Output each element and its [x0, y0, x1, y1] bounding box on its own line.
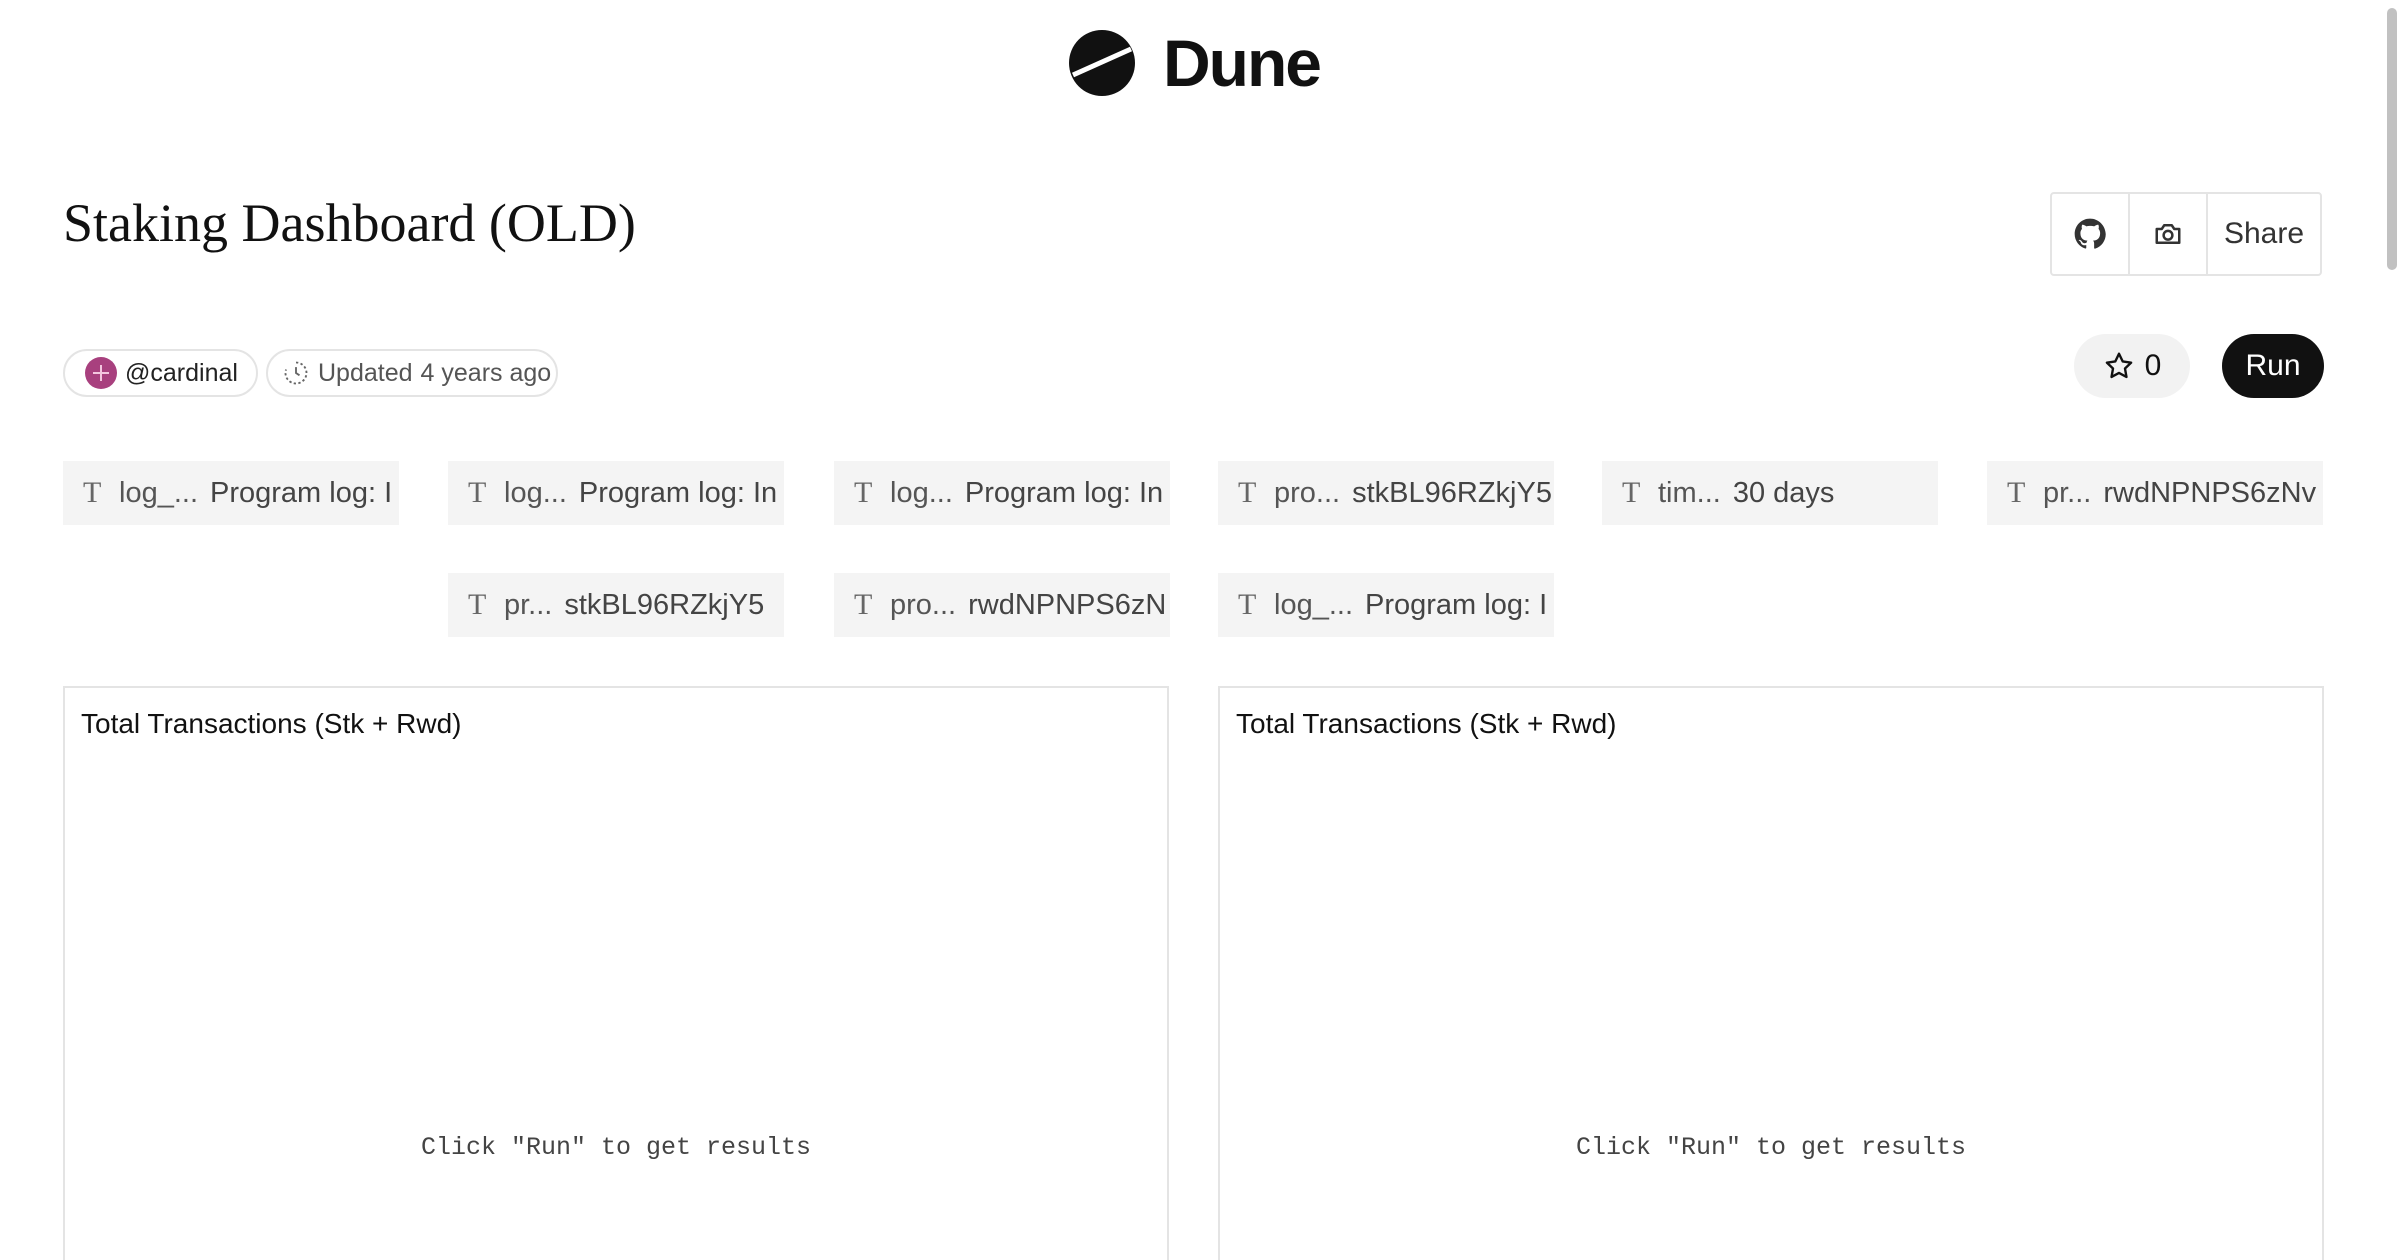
github-icon — [2074, 218, 2106, 249]
github-button[interactable] — [2052, 194, 2130, 274]
text-type-icon: T — [468, 476, 487, 509]
parameter-value[interactable]: rwdNPNPS6zN — [968, 589, 1166, 622]
parameter-value[interactable]: Program log: In — [965, 477, 1163, 510]
text-type-icon: T — [1238, 476, 1257, 509]
action-group: Share — [2050, 192, 2322, 276]
text-type-icon: T — [854, 476, 873, 509]
dune-logo-icon — [1069, 30, 1135, 96]
panel-title: Total Transactions (Stk + Rwd) — [81, 708, 462, 739]
chart-panel: Total Transactions (Stk + Rwd) Click "Ru… — [1218, 686, 2324, 1260]
parameter-field[interactable]: T log_... Program log: I — [1218, 573, 1554, 637]
parameter-field[interactable]: T log... Program log: In — [834, 461, 1170, 525]
scrollbar[interactable] — [2384, 0, 2400, 1260]
panel-title: Total Transactions (Stk + Rwd) — [1236, 708, 1617, 739]
owner-name: @cardinal — [125, 358, 238, 387]
parameter-value[interactable]: 30 days — [1733, 477, 1835, 510]
text-type-icon: T — [854, 588, 873, 621]
parameter-name: log... — [504, 476, 567, 509]
text-type-icon: T — [468, 588, 487, 621]
text-type-icon: T — [1622, 476, 1641, 509]
run-button[interactable]: Run — [2222, 334, 2324, 398]
parameter-field[interactable]: T pro... stkBL96RZkjY5 — [1218, 461, 1554, 525]
text-type-icon: T — [1238, 588, 1257, 621]
parameter-name: log_... — [119, 476, 198, 509]
scrollbar-thumb[interactable] — [2387, 8, 2397, 270]
parameter-field[interactable]: T tim... 30 days — [1602, 461, 1938, 525]
brand-name: Dune — [1163, 26, 1322, 100]
history-icon — [284, 361, 308, 385]
parameter-value[interactable]: Program log: I — [1365, 589, 1547, 622]
parameter-name: log_... — [1274, 588, 1353, 621]
owner-chip[interactable]: @cardinal — [63, 349, 258, 397]
text-type-icon: T — [2007, 476, 2026, 509]
parameter-name: log... — [890, 476, 953, 509]
parameter-name: pr... — [2043, 476, 2092, 509]
chart-panel: Total Transactions (Stk + Rwd) Click "Ru… — [63, 686, 1169, 1260]
parameter-name: tim... — [1658, 476, 1721, 509]
parameter-field[interactable]: T pr... stkBL96RZkjY5 — [448, 573, 784, 637]
avatar — [85, 357, 117, 389]
parameter-value[interactable]: stkBL96RZkjY5 — [564, 589, 764, 622]
star-button[interactable]: 0 — [2074, 334, 2190, 398]
parameter-value[interactable]: Program log: I — [210, 477, 392, 510]
camera-icon — [2155, 224, 2181, 244]
page-title: Staking Dashboard (OLD) — [63, 193, 636, 253]
updated-value: 4 years ago — [420, 358, 552, 387]
parameter-name: pro... — [890, 588, 957, 621]
star-icon — [2105, 352, 2132, 379]
parameter-field[interactable]: T log_... Program log: I — [63, 461, 399, 525]
panel-empty-message: Click "Run" to get results — [1575, 1133, 1967, 1162]
star-count: 0 — [2144, 349, 2162, 382]
parameter-value[interactable]: Program log: In — [579, 477, 777, 510]
parameter-name: pr... — [504, 588, 553, 621]
share-button[interactable]: Share — [2208, 194, 2320, 274]
dune-logo[interactable]: Dune — [1069, 26, 1322, 100]
panel-empty-message: Click "Run" to get results — [420, 1133, 812, 1162]
parameter-field[interactable]: T pro... rwdNPNPS6zN — [834, 573, 1170, 637]
updated-chip: Updated 4 years ago — [266, 349, 558, 397]
parameter-value[interactable]: stkBL96RZkjY5 — [1352, 477, 1552, 510]
text-type-icon: T — [83, 476, 102, 509]
parameter-name: pro... — [1274, 476, 1341, 509]
screenshot-button[interactable] — [2130, 194, 2208, 274]
parameter-field[interactable]: T pr... rwdNPNPS6zNv — [1987, 461, 2323, 525]
parameter-value[interactable]: rwdNPNPS6zNv — [2103, 477, 2316, 510]
updated-label: Updated — [318, 358, 413, 387]
parameter-field[interactable]: T log... Program log: In — [448, 461, 784, 525]
